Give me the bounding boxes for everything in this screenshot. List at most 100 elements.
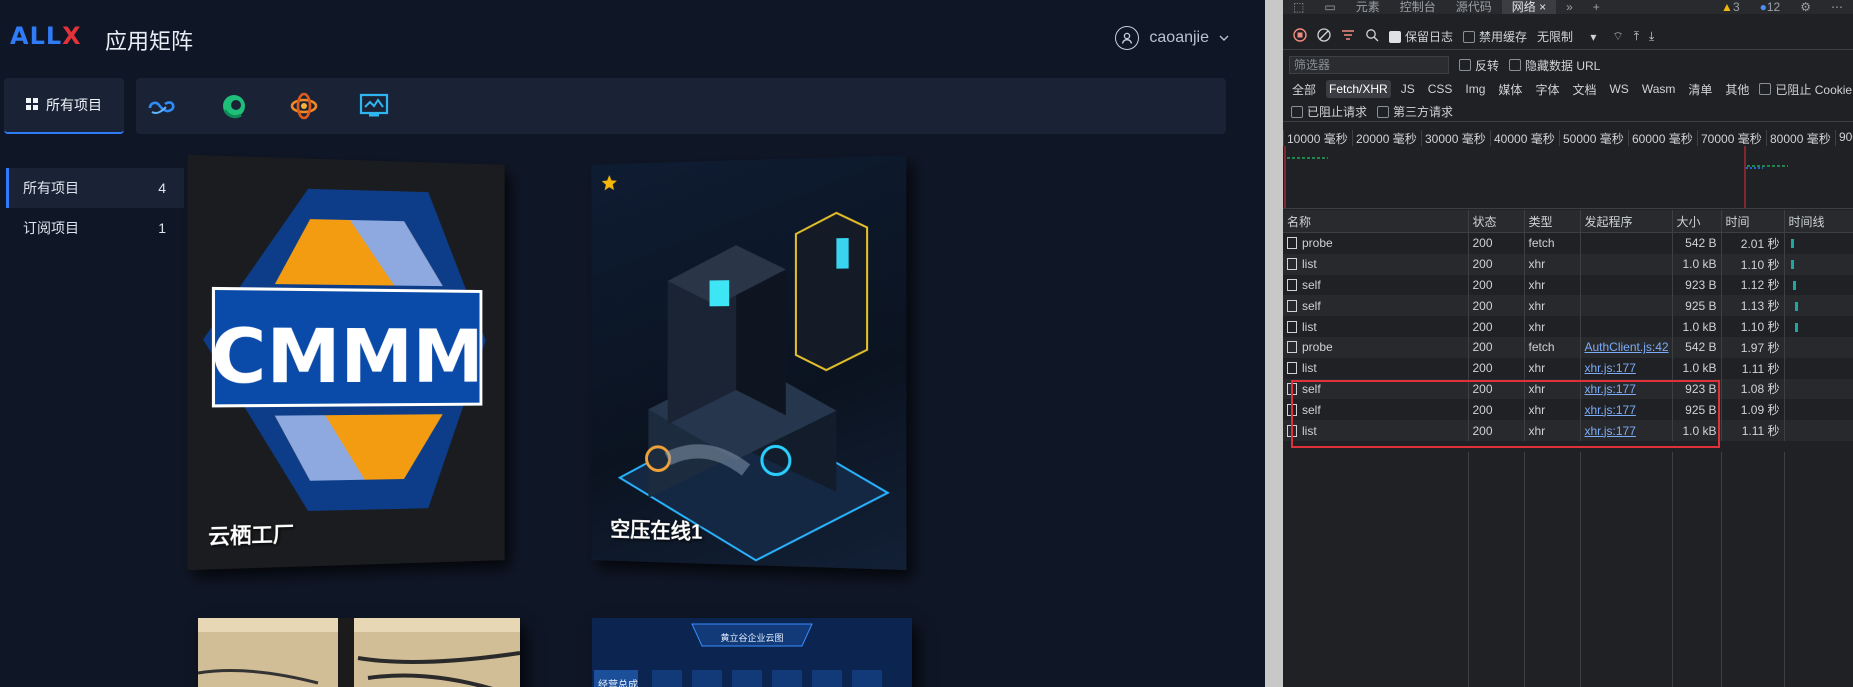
table-row[interactable]: list 200 xhr 1.0 kB 1.10 秒 <box>1283 253 1853 275</box>
table-row[interactable]: self 200 xhr 923 B 1.12 秒 <box>1283 274 1853 296</box>
column-divider <box>1580 452 1581 687</box>
project-card[interactable] <box>198 618 520 687</box>
request-size: 1.0 kB <box>1672 253 1722 275</box>
table-row[interactable]: probe 200 fetch 542 B 2.01 秒 <box>1283 232 1853 254</box>
messages-badge[interactable]: ●12 <box>1750 0 1791 14</box>
panel-divider[interactable] <box>1265 0 1283 687</box>
type-filter-doc[interactable]: 文档 <box>1569 79 1599 100</box>
sidebar-item-all-projects[interactable]: 所有项目 4 <box>6 168 184 208</box>
cmmm-logo-image: CMMM <box>203 186 505 514</box>
compressor-illustration <box>591 155 906 570</box>
add-tab-icon[interactable]: + <box>1583 0 1610 14</box>
type-filter-other[interactable]: 其他 <box>1722 79 1752 100</box>
page-title: 应用矩阵 <box>105 29 194 54</box>
column-header-status[interactable]: 状态 <box>1468 210 1525 233</box>
request-initiator[interactable] <box>1580 295 1673 317</box>
third-party-checkbox[interactable]: 第三方请求 <box>1377 103 1453 120</box>
user-menu[interactable]: caoanjie <box>1115 26 1229 50</box>
tab-network[interactable]: 网络 × <box>1501 0 1557 14</box>
table-row[interactable]: list 200 xhr 1.0 kB 1.10 秒 <box>1283 316 1853 337</box>
allx-logo[interactable]: ALLX <box>10 22 82 50</box>
request-initiator[interactable] <box>1580 232 1673 254</box>
warning-icon: ▲ <box>1721 0 1733 14</box>
clear-icon[interactable] <box>1317 28 1331 45</box>
close-icon[interactable]: × <box>1539 0 1546 14</box>
type-filter-js[interactable]: JS <box>1398 80 1418 98</box>
request-time: 1.08 秒 <box>1721 378 1785 400</box>
waterfall-bar <box>1794 322 1798 332</box>
gear-icon[interactable]: ⚙ <box>1790 0 1821 14</box>
type-filter-fetch-xhr[interactable]: Fetch/XHR <box>1326 80 1391 98</box>
checkbox-box <box>1463 30 1476 43</box>
table-row[interactable]: list 200 xhr xhr.js:177 1.0 kB 1.11 秒 <box>1283 357 1853 379</box>
column-header-type[interactable]: 类型 <box>1524 210 1581 233</box>
request-size: 542 B <box>1672 336 1722 358</box>
table-row[interactable]: probe 200 fetch AuthClient.js:42 542 B 1… <box>1283 336 1853 358</box>
sidebar-item-subscribed[interactable]: 订阅项目 1 <box>6 208 184 248</box>
more-tabs-icon[interactable]: » <box>1556 0 1583 14</box>
project-card[interactable]: 空压在线1 <box>591 154 907 571</box>
all-projects-tab[interactable]: 所有项目 <box>4 78 124 134</box>
initiator-link[interactable]: AuthClient.js:42 <box>1585 340 1669 354</box>
project-card[interactable]: CMMM 云栖工厂 <box>187 154 505 571</box>
checkbox-box <box>1459 59 1471 71</box>
filter-input[interactable]: 筛选器 <box>1289 56 1449 74</box>
inspect-element-icon[interactable]: ⬚ <box>1283 0 1314 14</box>
table-row[interactable]: self 200 xhr 925 B 1.13 秒 <box>1283 295 1853 317</box>
request-initiator[interactable]: xhr.js:177 <box>1580 357 1673 379</box>
device-toggle-icon[interactable]: ▭ <box>1314 0 1345 14</box>
disable-cache-checkbox[interactable]: 禁用缓存 <box>1463 28 1527 45</box>
filter-icon[interactable] <box>1341 28 1355 45</box>
type-filter-all[interactable]: 全部 <box>1289 79 1319 100</box>
download-icon[interactable]: ⤓ <box>1649 29 1654 44</box>
column-header-initiator[interactable]: 发起程序 <box>1580 210 1673 233</box>
type-filter-ws[interactable]: WS <box>1606 80 1631 98</box>
request-name: probe <box>1302 236 1333 251</box>
monitor-chart-icon[interactable] <box>356 88 392 124</box>
request-timeline <box>1784 357 1853 379</box>
request-initiator[interactable]: AuthClient.js:42 <box>1580 336 1673 358</box>
project-card[interactable]: 黄立谷企业云图 经营总成 <box>592 618 912 687</box>
upload-icon[interactable]: ⤒ <box>1634 29 1639 44</box>
checkbox-box <box>1291 105 1303 118</box>
tab-elements[interactable]: 元素 <box>1346 0 1390 14</box>
tab-console[interactable]: 控制台 <box>1390 0 1446 14</box>
column-header-name[interactable]: 名称 <box>1283 210 1469 233</box>
throttle-select[interactable]: 无限制 ▾ <box>1537 28 1596 45</box>
initiator-link[interactable]: xhr.js:177 <box>1585 361 1636 375</box>
type-filter-media[interactable]: 媒体 <box>1495 79 1525 100</box>
request-name: list <box>1302 257 1317 272</box>
preserve-log-checkbox[interactable]: 保留日志 <box>1389 28 1453 45</box>
request-initiator[interactable] <box>1580 253 1673 275</box>
customize-icon[interactable]: ⋯ <box>1821 0 1853 14</box>
wifi-icon[interactable]: ⌔ <box>1612 29 1623 44</box>
type-filter-font[interactable]: 字体 <box>1532 79 1562 100</box>
disable-cache-label: 禁用缓存 <box>1479 30 1528 44</box>
request-initiator[interactable] <box>1580 274 1673 296</box>
record-stop-icon[interactable] <box>1293 28 1307 45</box>
request-initiator[interactable] <box>1580 316 1673 337</box>
project-toolbar: 所有项目 <box>4 78 1226 134</box>
column-header-timeline[interactable]: 时间线 <box>1784 210 1853 233</box>
search-icon[interactable] <box>1365 28 1379 45</box>
column-header-time[interactable]: 时间 <box>1721 210 1785 233</box>
type-filter-manifest[interactable]: 清单 <box>1685 79 1715 100</box>
request-type: xhr <box>1524 316 1581 337</box>
orange-orbit-icon[interactable] <box>286 88 322 124</box>
file-icon <box>1287 341 1297 354</box>
type-filter-css[interactable]: CSS <box>1425 80 1456 98</box>
checkbox-box <box>1759 83 1772 95</box>
hide-data-urls-checkbox[interactable]: 隐藏数据 URL <box>1509 57 1600 74</box>
type-filter-wasm[interactable]: Wasm <box>1639 80 1679 98</box>
column-header-size[interactable]: 大小 <box>1672 210 1722 233</box>
timeline-overview[interactable] <box>1283 146 1853 209</box>
type-filter-img[interactable]: Img <box>1462 80 1488 98</box>
blocked-cookies-checkbox[interactable]: 已阻止 Cookie <box>1759 81 1852 98</box>
tab-sources[interactable]: 源代码 <box>1446 0 1502 14</box>
warnings-badge[interactable]: ▲3 <box>1711 0 1750 14</box>
cloud-loop-icon[interactable] <box>146 88 182 124</box>
request-type: fetch <box>1524 336 1581 358</box>
blocked-requests-checkbox[interactable]: 已阻止请求 <box>1291 103 1367 120</box>
invert-checkbox[interactable]: 反转 <box>1459 57 1499 74</box>
green-ring-icon[interactable] <box>216 88 252 124</box>
